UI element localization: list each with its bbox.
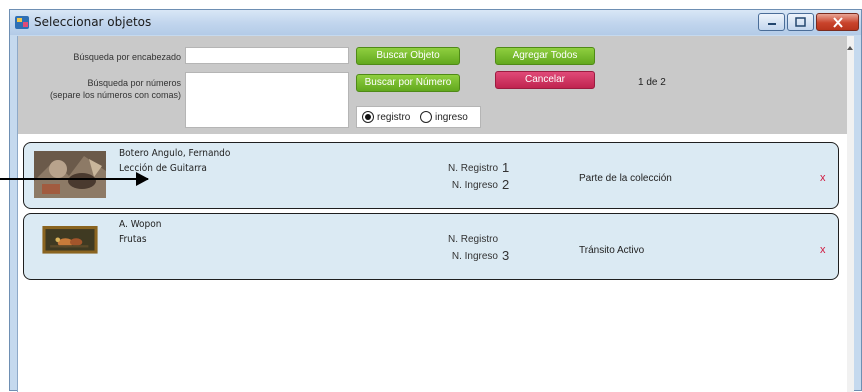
- window-title: Seleccionar objetos: [34, 15, 152, 29]
- artist-name: A. Wopon: [119, 219, 162, 230]
- add-all-button[interactable]: Agregar Todos: [495, 47, 595, 65]
- number-search-textarea[interactable]: [185, 72, 349, 128]
- header-search-label: Búsqueda por encabezado: [73, 52, 181, 62]
- header-search-input[interactable]: [185, 47, 349, 64]
- number-search-label: Búsqueda por números: [87, 78, 181, 88]
- minimize-button[interactable]: [758, 13, 785, 31]
- search-type-radio-group: registro ingreso: [356, 106, 481, 128]
- radio-registro[interactable]: [362, 111, 374, 123]
- ingreso-label: N. Ingreso: [451, 251, 498, 262]
- maximize-button[interactable]: [787, 13, 814, 31]
- left-edge: [0, 9, 9, 391]
- number-search-hint: (separe los números con comas): [49, 90, 181, 100]
- search-object-button[interactable]: Buscar Objeto: [356, 47, 460, 65]
- close-button[interactable]: [816, 13, 859, 31]
- registro-label: N. Registro: [447, 163, 498, 174]
- maximize-icon: [795, 17, 806, 27]
- cancel-button[interactable]: Cancelar: [495, 71, 595, 89]
- vertical-scrollbar[interactable]: [847, 36, 854, 392]
- dialog-content: Búsqueda por encabezado Búsqueda por núm…: [17, 36, 854, 392]
- remove-button[interactable]: x: [820, 244, 826, 256]
- result-card[interactable]: A. Wopon Frutas N. Registro N. Ingreso 3…: [23, 213, 839, 280]
- search-panel: Búsqueda por encabezado Búsqueda por núm…: [18, 36, 847, 134]
- radio-registro-label: registro: [377, 112, 411, 123]
- status-text: Parte de la colección: [579, 173, 672, 184]
- artwork-thumbnail: [42, 226, 98, 254]
- ingreso-value: 3: [502, 248, 510, 263]
- remove-button[interactable]: x: [820, 172, 826, 184]
- pointer-arrow-line: [0, 178, 148, 180]
- artwork-thumbnail: [34, 151, 106, 198]
- close-icon: [832, 16, 843, 28]
- minimize-icon: [767, 23, 776, 25]
- artist-name: Botero Angulo, Fernando: [119, 148, 231, 159]
- ingreso-value: 2: [502, 177, 510, 192]
- artwork-title: Lección de Guitarra: [119, 163, 207, 174]
- title-bar[interactable]: Seleccionar objetos: [10, 10, 861, 35]
- app-icon: [15, 16, 29, 29]
- radio-ingreso[interactable]: [420, 111, 432, 123]
- pointer-arrow-icon: [136, 172, 149, 186]
- registro-label: N. Registro: [447, 234, 498, 245]
- search-number-button[interactable]: Buscar por Número: [356, 74, 460, 92]
- scroll-up-icon[interactable]: [847, 46, 853, 50]
- dialog-window: Seleccionar objetos Búsqueda por encabez…: [9, 9, 862, 392]
- page-indicator: 1 de 2: [638, 77, 666, 88]
- artwork-title: Frutas: [119, 234, 147, 245]
- status-text: Tránsito Activo: [579, 245, 645, 256]
- ingreso-label: N. Ingreso: [451, 180, 498, 191]
- registro-value: 1: [502, 160, 510, 175]
- radio-ingreso-label: ingreso: [435, 112, 468, 123]
